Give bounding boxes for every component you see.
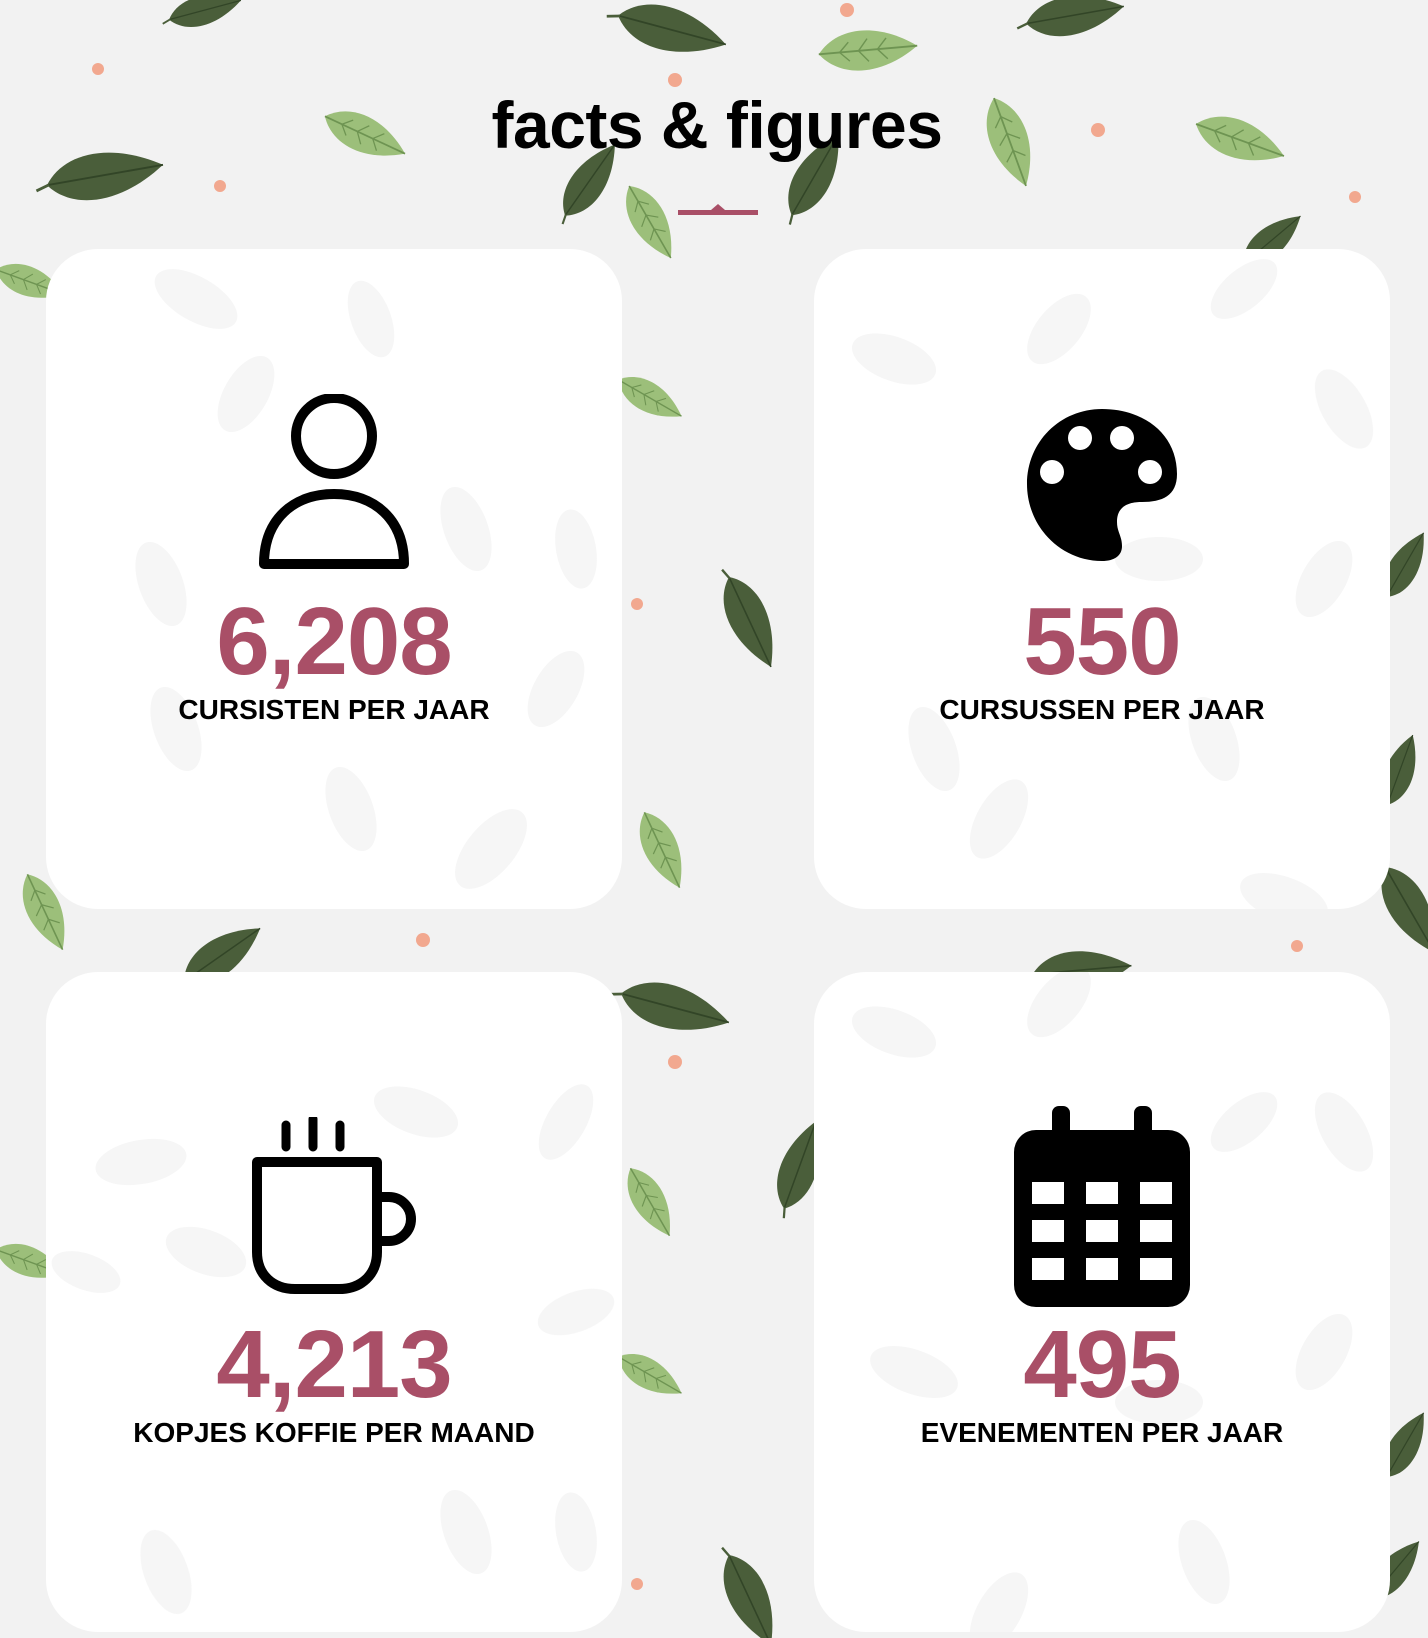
coffee-mug-icon (46, 1117, 622, 1302)
section-title: facts & figures (491, 88, 943, 162)
stat-label: KOPJES KOFFIE PER MAAND (133, 1417, 535, 1448)
stat-card-evenementen: 495 EVENEMENTEN PER JAAR (814, 972, 1390, 1632)
stat-label: CURSUSSEN PER JAAR (939, 694, 1265, 725)
stat-label: EVENEMENTEN PER JAAR (920, 1417, 1284, 1448)
stat-number: 4,213 (216, 1311, 452, 1418)
stat-label: CURSISTEN PER JAAR (178, 694, 490, 725)
card-leaf-pattern (135, 269, 597, 889)
card-leaf-pattern (851, 259, 1374, 909)
user-icon (46, 394, 622, 579)
title-underline (678, 204, 758, 215)
palette-icon (814, 404, 1390, 569)
stat-card-cursussen: 550 CURSUSSEN PER JAAR (814, 249, 1390, 909)
stat-number: 495 (1023, 1311, 1181, 1418)
stat-number: 550 (1023, 588, 1181, 695)
card-leaf-pattern (51, 1084, 615, 1615)
calendar-icon (814, 1104, 1390, 1314)
stat-card-cursisten: 6,208 CURSISTEN PER JAAR (46, 249, 622, 909)
stat-card-koffie: 4,213 KOPJES KOFFIE PER MAAND (46, 972, 622, 1632)
stat-number: 6,208 (216, 588, 452, 695)
